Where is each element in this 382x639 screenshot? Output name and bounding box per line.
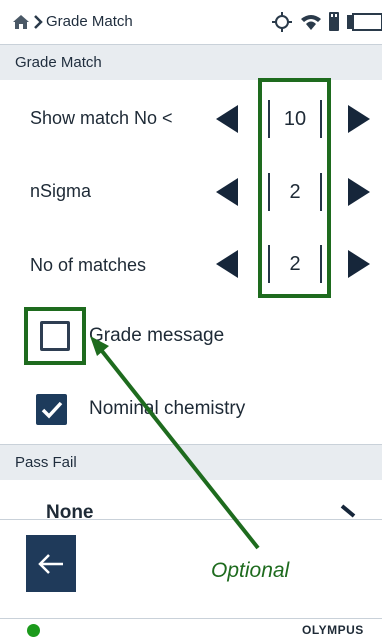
- show-match-label: Show match No <: [30, 108, 173, 128]
- values-highlight-box: [258, 78, 331, 298]
- gps-icon: [272, 12, 292, 32]
- footer-divider: [0, 618, 382, 619]
- battery-icon: [347, 13, 382, 31]
- nominal-chemistry-checkbox[interactable]: [36, 394, 67, 425]
- home-icon[interactable]: [12, 14, 30, 35]
- breadcrumb-title[interactable]: Grade Match: [46, 13, 133, 30]
- top-bar: Grade Match: [0, 0, 382, 44]
- matches-decrement-icon[interactable]: [214, 248, 240, 285]
- arrow-left-icon: [38, 553, 63, 574]
- chevron-right-icon: [33, 15, 43, 34]
- annotation-label: Optional: [211, 559, 290, 582]
- wifi-icon: [301, 15, 321, 30]
- nsigma-decrement-icon[interactable]: [214, 176, 240, 213]
- matches-increment-icon[interactable]: [346, 248, 372, 285]
- nominal-chemistry-label: Nominal chemistry: [89, 398, 246, 419]
- show-match-increment-icon[interactable]: [346, 103, 372, 140]
- checkmark-icon: [41, 401, 63, 419]
- back-button[interactable]: [26, 535, 76, 592]
- grade-message-label: Grade message: [89, 325, 225, 346]
- show-match-decrement-icon[interactable]: [214, 103, 240, 140]
- nsigma-label: nSigma: [30, 181, 92, 201]
- nsigma-increment-icon[interactable]: [346, 176, 372, 213]
- status-icons: [267, 10, 382, 34]
- usb-icon: [329, 12, 339, 31]
- section-header-pass-fail: Pass Fail: [0, 444, 382, 480]
- status-indicator: [27, 624, 40, 637]
- section-header-grade-match: Grade Match: [0, 44, 382, 80]
- divider: [0, 519, 382, 520]
- brand-logo: OLYMPUS: [302, 623, 364, 637]
- checkbox-highlight-box: [24, 307, 86, 365]
- matches-label: No of matches: [30, 255, 147, 275]
